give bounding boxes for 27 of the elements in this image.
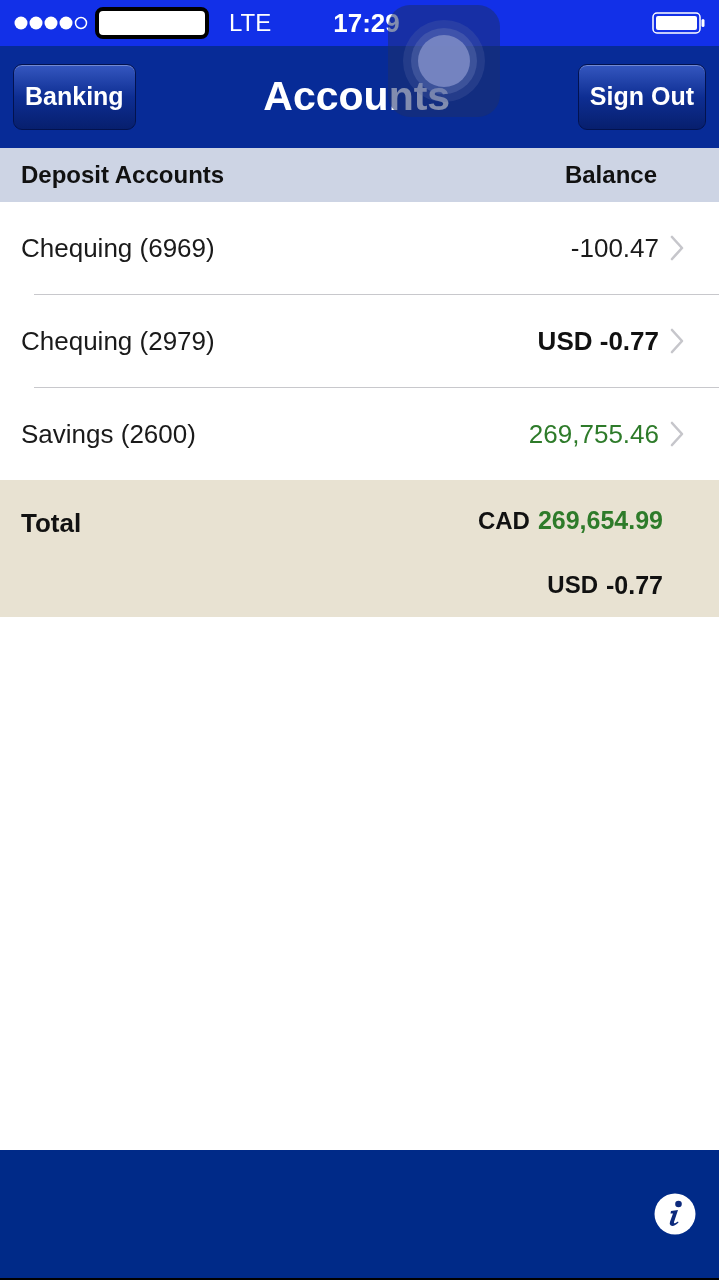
sign-out-button[interactable]: Sign Out — [577, 64, 706, 130]
total-label: Total — [21, 507, 82, 540]
total-amount: -0.77 — [606, 569, 663, 601]
banking-button[interactable]: Banking — [13, 64, 136, 130]
account-row[interactable]: Chequing (2979) USD -0.77 — [0, 295, 719, 387]
page-title: Accounts — [263, 72, 451, 122]
column-header: Balance — [564, 160, 657, 190]
signal-icon — [14, 16, 88, 30]
chevron-icon — [670, 421, 684, 447]
total-currency: CAD — [477, 505, 530, 536]
column-header: Deposit Accounts — [21, 160, 225, 190]
account-name: Savings (2600) — [21, 417, 196, 451]
total-currency: USD — [547, 570, 598, 601]
chevron-icon — [670, 235, 684, 261]
status-time: 17:29 — [333, 6, 400, 40]
account-row[interactable]: Chequing (6969) -100.47 — [0, 202, 719, 294]
account-balance: USD -0.77 — [537, 324, 659, 358]
account-row[interactable]: Savings (2600) 269,755.46 — [0, 388, 719, 480]
network-label: LTE — [229, 8, 272, 38]
account-balance: -100.47 — [570, 231, 659, 265]
account-name: Chequing (6969) — [21, 231, 215, 265]
account-balance: 269,755.46 — [528, 417, 659, 451]
info-icon[interactable] — [654, 1193, 696, 1235]
account-name: Chequing (2979) — [21, 324, 215, 358]
chevron-icon — [670, 328, 684, 354]
total-amount: 269,654.99 — [537, 505, 663, 536]
battery-icon — [652, 12, 706, 34]
